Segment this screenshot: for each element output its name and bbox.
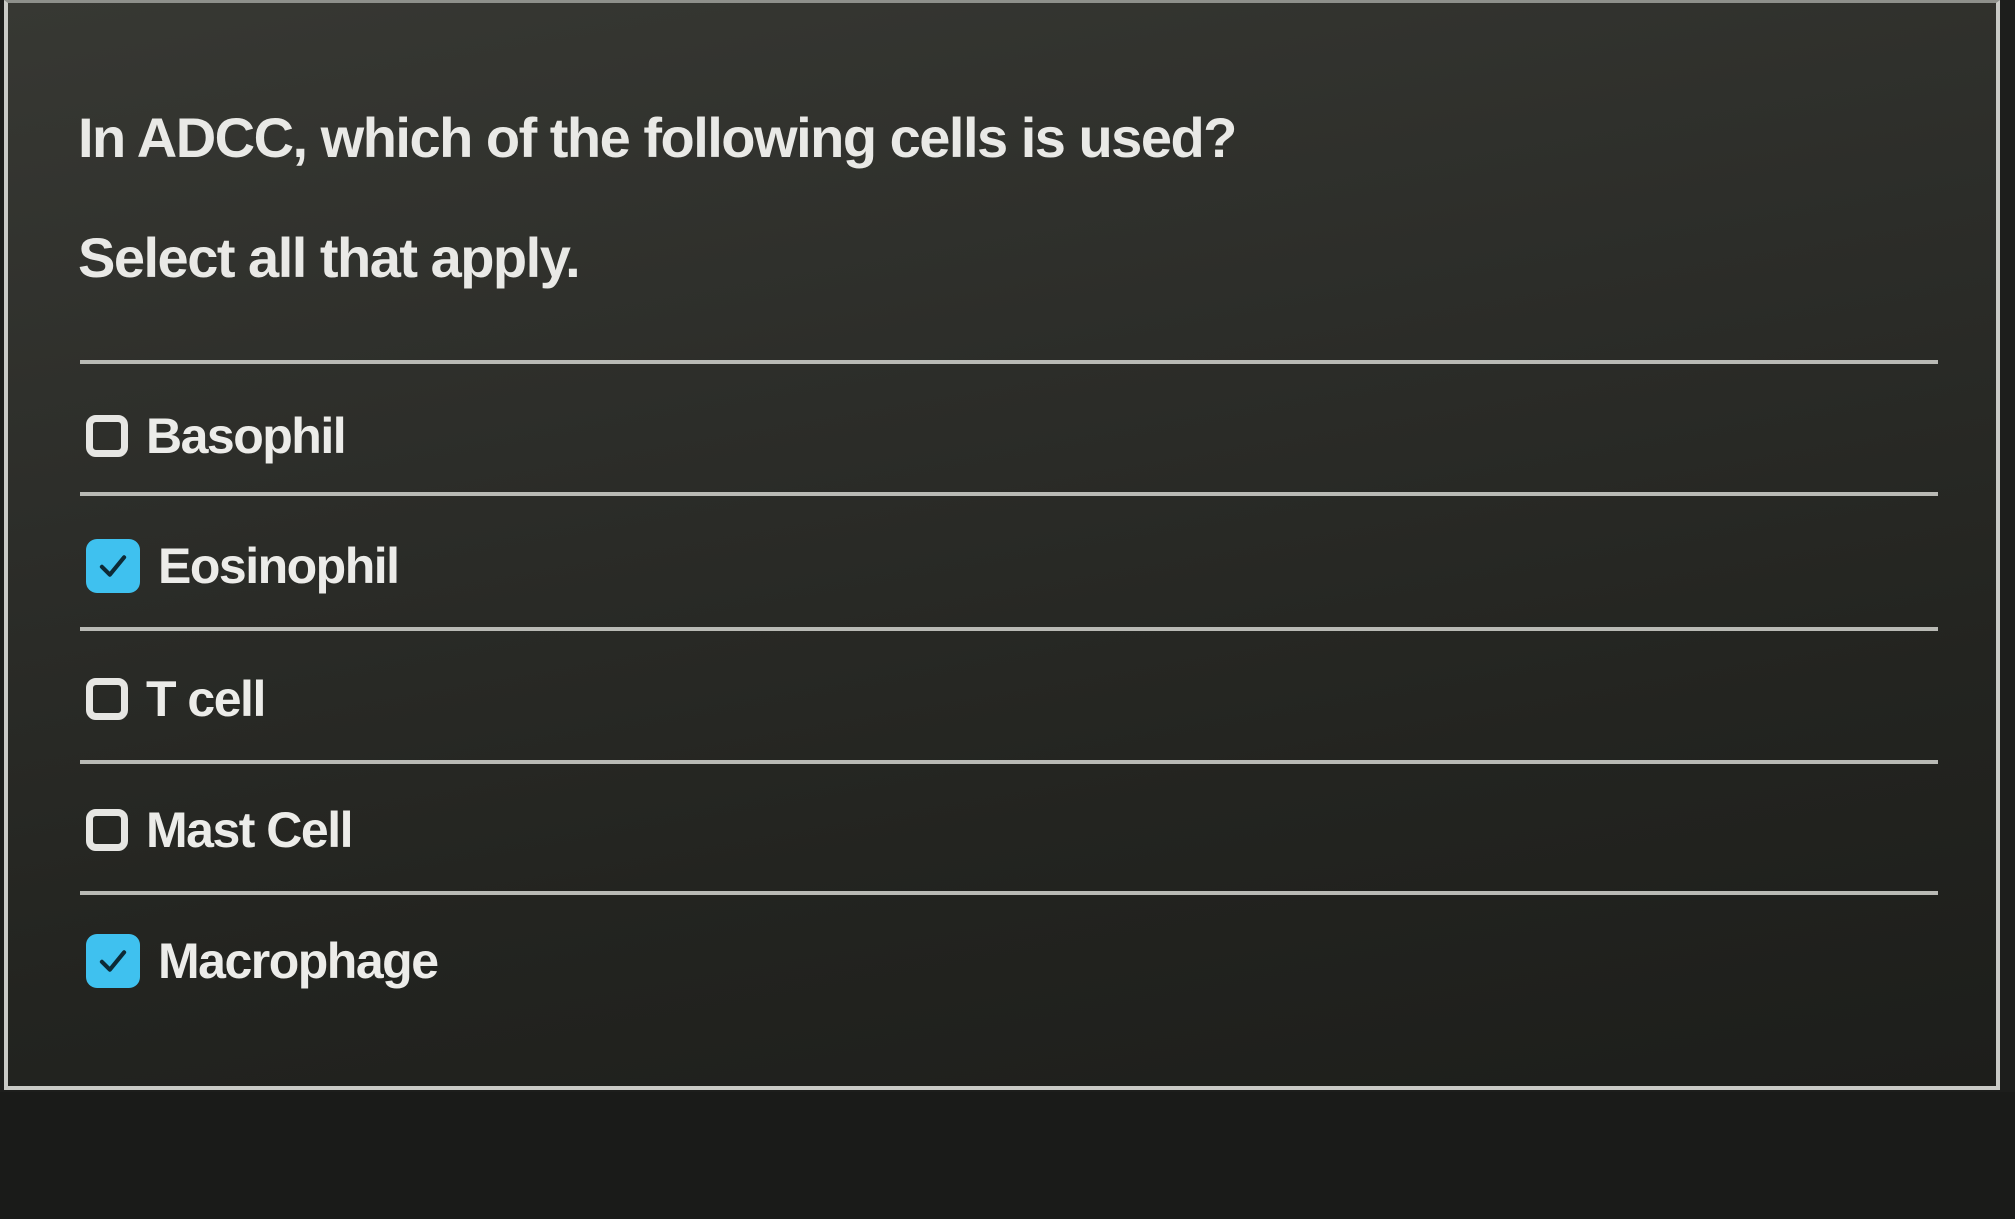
option-basophil[interactable]: Basophil (86, 396, 1926, 476)
checkmark-icon[interactable] (86, 934, 140, 988)
question-instruction: Select all that apply. (78, 226, 581, 289)
divider (80, 627, 1938, 631)
empty-checkbox-icon[interactable] (86, 809, 128, 851)
option-label: T cell (146, 671, 266, 727)
option-t-cell[interactable]: T cell (86, 659, 1926, 739)
question-text: In ADCC, which of the following cells is… (78, 106, 1237, 169)
option-label: Macrophage (158, 933, 439, 989)
checkmark-icon[interactable] (86, 539, 140, 593)
option-label: Basophil (146, 408, 347, 464)
divider (80, 760, 1938, 764)
option-mast-cell[interactable]: Mast Cell (86, 790, 1926, 870)
option-macrophage[interactable]: Macrophage (86, 921, 1926, 1001)
divider (80, 360, 1938, 364)
divider (80, 891, 1938, 895)
option-label: Mast Cell (146, 802, 354, 858)
divider (80, 492, 1938, 496)
question-panel: In ADCC, which of the following cells is… (4, 0, 2000, 1090)
option-label: Eosinophil (158, 538, 400, 594)
empty-checkbox-icon[interactable] (86, 415, 128, 457)
background-area (0, 1092, 2015, 1219)
option-eosinophil[interactable]: Eosinophil (86, 526, 1926, 606)
empty-checkbox-icon[interactable] (86, 678, 128, 720)
